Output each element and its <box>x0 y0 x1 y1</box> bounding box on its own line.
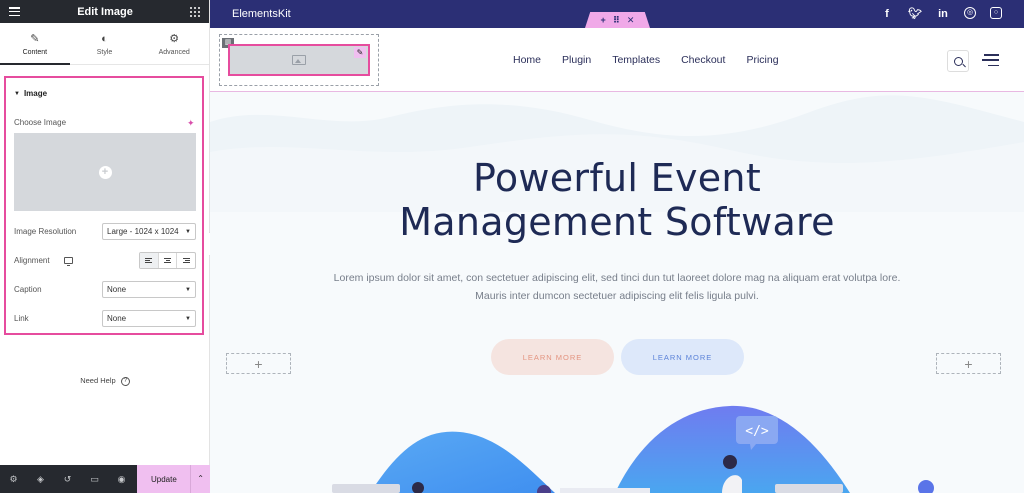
align-center-button[interactable] <box>159 253 178 268</box>
panel-title: Edit Image <box>77 5 133 18</box>
nav-plugin[interactable]: Plugin <box>562 54 591 66</box>
caption-label: Caption <box>14 285 42 294</box>
section-handle[interactable]: + ⠿ ✕ <box>585 12 650 28</box>
tab-style-label: Style <box>96 48 113 56</box>
alignment-label: Alignment <box>14 256 50 265</box>
brand-name: ElementsKit <box>232 8 291 20</box>
layers-icon[interactable]: ◈ <box>27 465 54 493</box>
align-left-button[interactable] <box>140 253 159 268</box>
add-widget-right[interactable]: + <box>936 353 1001 374</box>
nav-templates[interactable]: Templates <box>612 54 660 66</box>
image-resolution-select[interactable]: Large - 1024 x 1024 ▼ <box>102 223 196 240</box>
caret-down-icon: ▼ <box>14 90 20 97</box>
need-help-label: Need Help <box>80 376 116 385</box>
widgets-grid-icon[interactable] <box>190 6 200 17</box>
chevron-down-icon: ▼ <box>185 286 191 293</box>
hero-title-line-1: Powerful Event <box>472 156 762 200</box>
half-circle-icon: ◐ <box>101 32 108 45</box>
hero-title: Powerful Event Management Software <box>210 156 1024 244</box>
nav-pricing[interactable]: Pricing <box>746 54 778 66</box>
hero-text-line-2: Mauris inter dumcon sectetuer adipiscing… <box>475 290 759 302</box>
dribbble-icon[interactable]: ◎ <box>964 7 976 19</box>
gear-icon: ⚙ <box>169 32 180 45</box>
choose-image-label: Choose Image <box>14 118 67 127</box>
editor-panel: Edit Image ✎ Content ◐ Style ⚙ Advanced … <box>0 0 210 493</box>
pencil-icon: ✎ <box>30 32 40 45</box>
hero-title-line-2: Management Software <box>399 200 835 244</box>
tab-content-label: Content <box>22 48 48 56</box>
ai-sparkle-icon[interactable]: ✦ <box>187 118 195 129</box>
add-section-icon[interactable]: + <box>601 15 606 25</box>
image-resolution-label: Image Resolution <box>14 227 77 236</box>
instagram-icon[interactable]: ○ <box>990 7 1002 19</box>
section-toggle[interactable]: ▼ Image <box>14 89 47 98</box>
search-icon <box>953 56 963 66</box>
site-navbar: ▥ ✎ Home Plugin Templates Checkout Prici… <box>210 28 1024 92</box>
help-icon: ? <box>120 376 130 386</box>
link-label: Link <box>14 314 29 323</box>
add-image-icon: + <box>98 165 112 179</box>
tab-style[interactable]: ◐ Style <box>70 23 140 64</box>
settings-icon[interactable]: ⚙ <box>0 465 27 493</box>
linkedin-icon[interactable]: in <box>936 7 950 21</box>
tab-content[interactable]: ✎ Content <box>0 23 70 65</box>
menu-icon[interactable] <box>9 7 20 16</box>
section-title: Image <box>23 89 48 98</box>
nav-home[interactable]: Home <box>513 54 541 66</box>
page-preview: ElementsKit f 🐦︎ in ◎ ○ + ⠿ ✕ ▥ ✎ Home P… <box>210 0 1024 493</box>
delete-section-icon[interactable]: ✕ <box>627 15 635 26</box>
chevron-up-icon[interactable]: ⌃ <box>190 465 204 493</box>
hero-description: Lorem ipsum dolor sit amet, con sectetue… <box>310 269 924 305</box>
main-menu: Home Plugin Templates Checkout Pricing <box>513 28 779 92</box>
update-button[interactable]: Update ⌃ <box>137 465 210 493</box>
chevron-down-icon: ▼ <box>185 315 191 322</box>
image-picker[interactable]: + <box>14 133 196 211</box>
edit-widget-icon[interactable]: ✎ <box>354 47 366 58</box>
panel-footer: ⚙ ◈ ↺ ▭ ◉ Update ⌃ <box>0 465 210 493</box>
caption-value: None <box>107 285 127 294</box>
image-resolution-value: Large - 1024 x 1024 <box>107 227 179 236</box>
need-help-link[interactable]: Need Help ? <box>0 376 210 386</box>
align-right-button[interactable] <box>177 253 195 268</box>
link-value: None <box>107 314 127 323</box>
learn-more-button-primary[interactable]: LEARN MORE <box>491 339 614 375</box>
add-widget-left[interactable]: + <box>226 353 291 374</box>
image-placeholder-icon <box>292 55 306 65</box>
eye-icon[interactable]: ◉ <box>108 465 135 493</box>
drag-handle-icon[interactable]: ⠿ <box>613 15 620 26</box>
svg-text:</>: </> <box>745 424 769 439</box>
panel-tabs: ✎ Content ◐ Style ⚙ Advanced <box>0 23 209 65</box>
tab-advanced[interactable]: ⚙ Advanced <box>139 23 209 64</box>
responsive-icon[interactable]: ▭ <box>81 465 108 493</box>
learn-more-button-secondary[interactable]: LEARN MORE <box>621 339 744 375</box>
image-section: ▼ Image Choose Image ✦ + Image Resolutio… <box>4 76 204 335</box>
history-icon[interactable]: ↺ <box>54 465 81 493</box>
search-button[interactable] <box>947 50 969 72</box>
logo-image-widget[interactable]: ✎ <box>228 44 370 76</box>
link-select[interactable]: None ▼ <box>102 310 196 327</box>
chevron-down-icon: ▼ <box>185 228 191 235</box>
nav-checkout[interactable]: Checkout <box>681 54 725 66</box>
offcanvas-menu-icon[interactable] <box>982 54 999 66</box>
facebook-icon[interactable]: f <box>880 7 894 21</box>
caption-select[interactable]: None ▼ <box>102 281 196 298</box>
panel-header: Edit Image <box>0 0 209 23</box>
tab-advanced-label: Advanced <box>158 48 190 56</box>
desktop-icon[interactable] <box>64 257 73 266</box>
hero-text-line-1: Lorem ipsum dolor sit amet, con sectetue… <box>333 272 901 284</box>
twitter-icon[interactable]: 🐦︎ <box>908 7 922 21</box>
hero-illustration: </> <box>332 405 934 493</box>
social-links: f 🐦︎ in ◎ ○ <box>880 7 1002 21</box>
alignment-control <box>139 252 196 269</box>
update-label: Update <box>151 474 177 484</box>
